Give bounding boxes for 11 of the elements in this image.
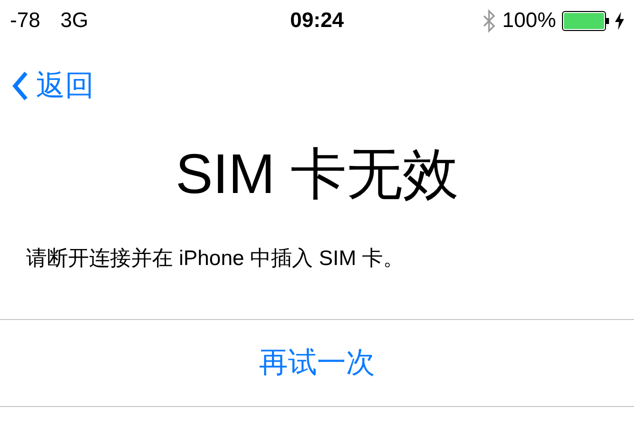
retry-button[interactable]: 再试一次 bbox=[0, 320, 634, 406]
clock: 09:24 bbox=[290, 9, 344, 33]
chevron-left-icon bbox=[12, 71, 28, 101]
back-button[interactable]: 返回 bbox=[12, 66, 94, 106]
network-type: 3G bbox=[60, 9, 88, 33]
message-text: 请断开连接并在 iPhone 中插入 SIM 卡。 bbox=[26, 246, 406, 272]
bluetooth-icon bbox=[482, 9, 496, 33]
battery-percent: 100% bbox=[502, 9, 556, 33]
page-title: SIM 卡无效 bbox=[174, 141, 460, 207]
signal-strength: -78 bbox=[10, 9, 40, 33]
battery-icon bbox=[562, 11, 609, 31]
